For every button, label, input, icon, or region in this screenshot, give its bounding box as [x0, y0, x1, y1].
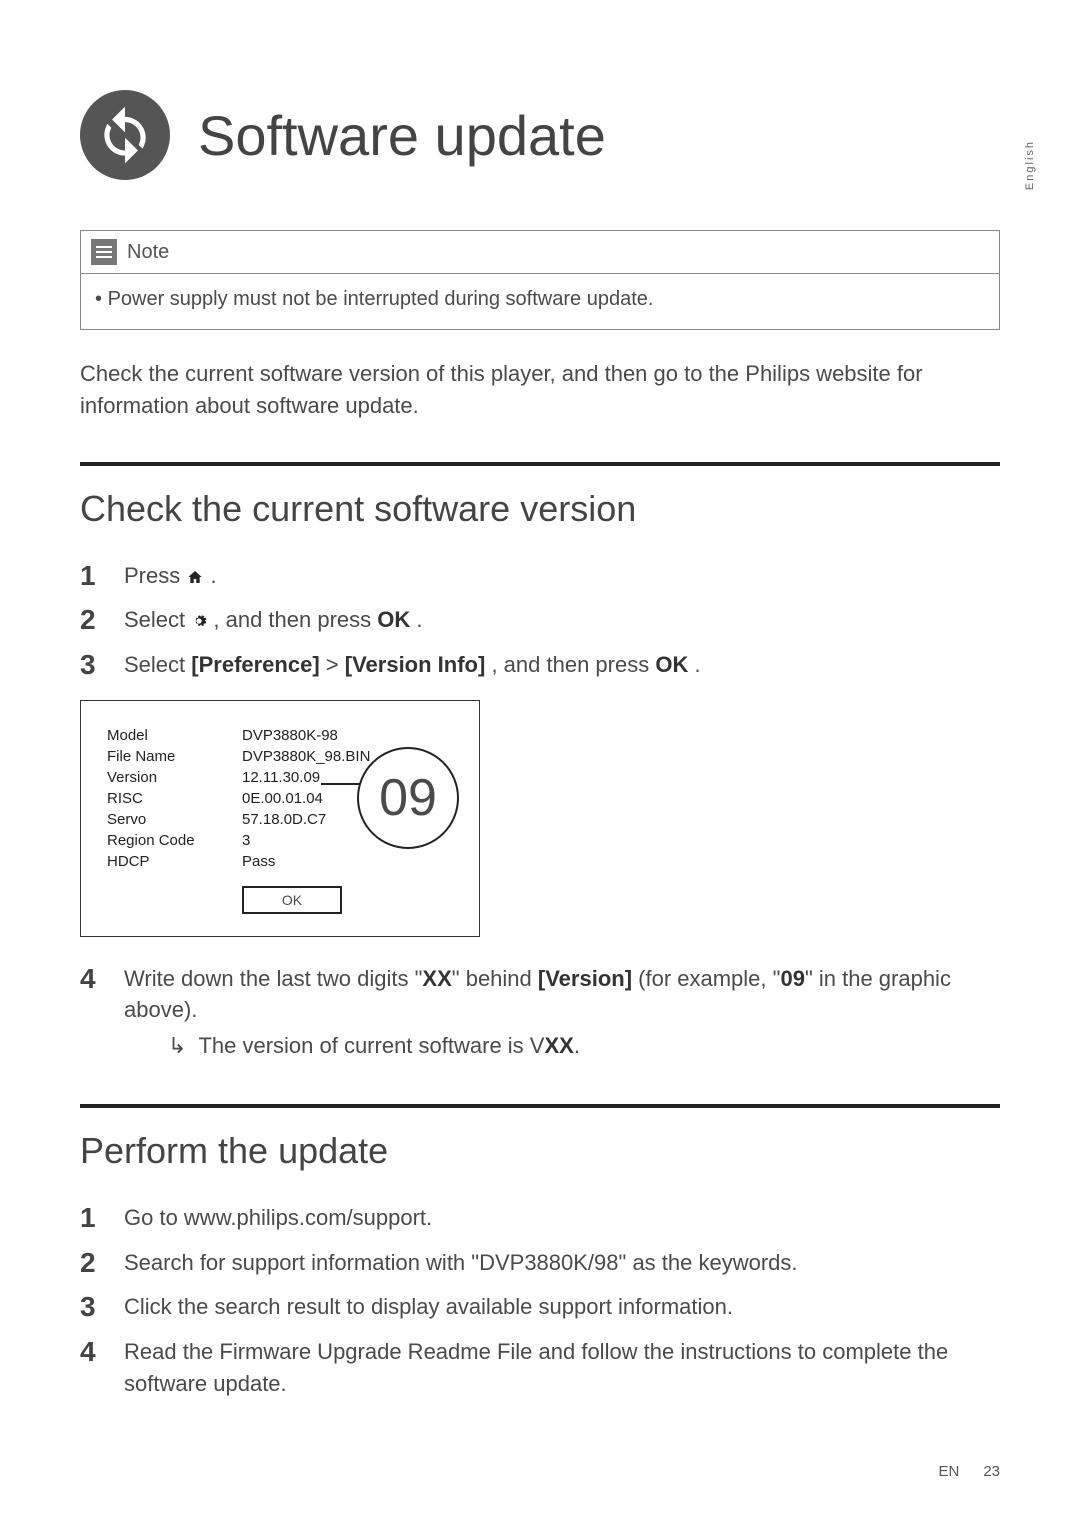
perform-step-2: 2 Search for support information with "D…	[80, 1243, 1000, 1284]
footer-lang: EN	[938, 1463, 959, 1480]
refresh-icon	[94, 104, 156, 166]
check-step-1: 1 Press .	[80, 556, 1000, 597]
lead-paragraph: Check the current software version of th…	[80, 358, 1000, 422]
update-icon	[80, 90, 170, 180]
perform-step-4: 4 Read the Firmware Upgrade Readme File …	[80, 1332, 1000, 1400]
section-check-heading: Check the current software version	[80, 488, 1000, 530]
result-arrow-icon: ↳	[168, 1030, 186, 1062]
note-label: Note	[127, 241, 169, 264]
footer-page-number: 23	[983, 1463, 1000, 1480]
gear-icon	[191, 606, 207, 638]
perform-step-1: 1 Go to www.philips.com/support.	[80, 1198, 1000, 1239]
version-info-ok: OK	[242, 886, 342, 914]
note-box: Note Power supply must not be interrupte…	[80, 230, 1000, 330]
note-body: Power supply must not be interrupted dur…	[81, 274, 999, 329]
check-step-3: 3 Select [Preference] > [Version Info] ,…	[80, 645, 1000, 686]
check-step-4-result: ↳ The version of current software is VXX…	[168, 1030, 1000, 1062]
side-language-tab: English	[1024, 140, 1036, 190]
section-perform-heading: Perform the update	[80, 1130, 1000, 1172]
note-icon	[91, 239, 117, 265]
check-step-2: 2 Select , and then press OK .	[80, 600, 1000, 641]
version-info-panel: ModelDVP3880K-98 File NameDVP3880K_98.BI…	[80, 700, 480, 937]
section-rule-2	[80, 1104, 1000, 1108]
page-title: Software update	[198, 103, 606, 168]
home-icon	[186, 562, 204, 594]
check-step-4: 4 Write down the last two digits "XX" be…	[80, 959, 1000, 1063]
version-callout: 09	[357, 747, 459, 849]
page-footer: EN 23	[938, 1463, 1000, 1480]
perform-step-3: 3 Click the search result to display ava…	[80, 1287, 1000, 1328]
page-header: Software update	[80, 90, 1000, 180]
section-rule	[80, 462, 1000, 466]
